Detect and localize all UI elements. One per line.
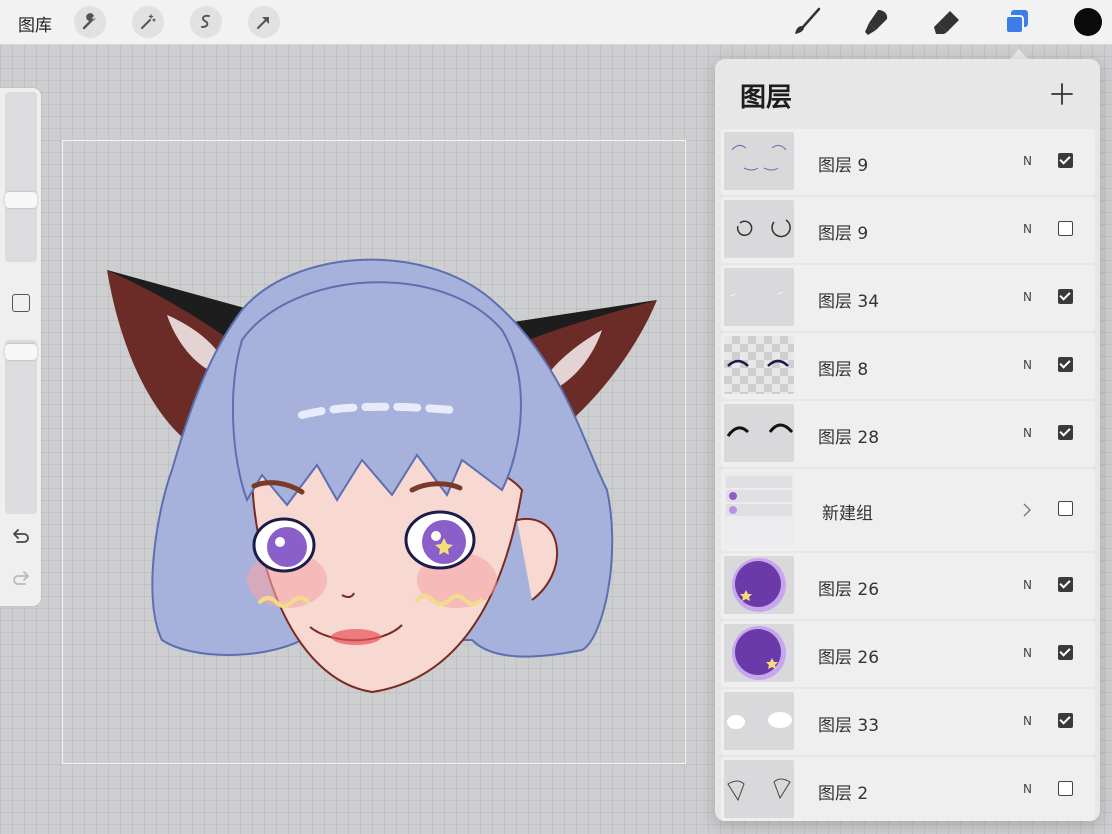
selection-button[interactable] — [190, 6, 222, 38]
layer-row[interactable]: 图层 26 N — [721, 621, 1095, 687]
eraser-tool[interactable] — [931, 6, 963, 38]
layer-thumbnail — [724, 268, 794, 326]
layer-row[interactable]: 图层 26 N — [721, 553, 1095, 619]
group-thumbnail — [724, 472, 794, 546]
brush-tool[interactable] — [791, 6, 823, 38]
layer-row[interactable]: 图层 8 N — [721, 333, 1095, 399]
brush-size-slider[interactable] — [5, 92, 37, 262]
smudge-tool[interactable] — [861, 6, 893, 38]
layers-tool[interactable] — [1001, 6, 1033, 38]
visibility-checkbox[interactable] — [1058, 357, 1073, 372]
layer-name: 图层 33 — [818, 716, 880, 736]
visibility-checkbox[interactable] — [1058, 645, 1073, 660]
layer-name: 图层 26 — [818, 648, 880, 668]
layers-icon — [1005, 10, 1028, 34]
layer-thumbnail — [724, 692, 794, 750]
layer-name: 图层 9 — [818, 224, 869, 244]
visibility-checkbox[interactable] — [1058, 713, 1073, 728]
chevron-right-icon[interactable] — [1021, 502, 1033, 518]
opacity-thumb[interactable] — [5, 344, 37, 360]
blend-mode-label[interactable]: N — [1023, 646, 1032, 660]
layer-thumbnail — [724, 200, 794, 258]
visibility-checkbox[interactable] — [1058, 577, 1073, 592]
visibility-checkbox[interactable] — [1058, 221, 1073, 236]
layer-list: 图层 9 N 图层 9 N 图层 34 N 图层 8 N 图层 28 N 新建组… — [721, 129, 1095, 821]
redo-icon[interactable] — [10, 568, 32, 590]
visibility-checkbox[interactable] — [1058, 289, 1073, 304]
layer-group-row[interactable]: 新建组 — [721, 469, 1095, 551]
layers-panel: 图层 图层 9 N 图层 9 N 图层 34 N 图层 8 N 图层 28 N … — [715, 59, 1100, 821]
smudge-icon — [865, 10, 888, 35]
blend-mode-label[interactable]: N — [1023, 578, 1032, 592]
visibility-checkbox[interactable] — [1058, 501, 1073, 516]
blend-mode-label[interactable]: N — [1023, 358, 1032, 372]
visibility-checkbox[interactable] — [1058, 153, 1073, 168]
blend-mode-label[interactable]: N — [1023, 782, 1032, 796]
layer-row[interactable]: 图层 2 N — [721, 757, 1095, 821]
blend-mode-label[interactable]: N — [1023, 290, 1032, 304]
brush-icon — [795, 7, 821, 34]
layer-name: 图层 28 — [818, 428, 880, 448]
undo-icon[interactable] — [10, 526, 32, 548]
layer-thumbnail — [724, 760, 794, 818]
adjustments-button[interactable] — [132, 6, 164, 38]
opacity-slider[interactable] — [5, 340, 37, 514]
layer-thumbnail — [724, 336, 794, 394]
visibility-checkbox[interactable] — [1058, 425, 1073, 440]
top-toolbar: 图库 — [0, 0, 1112, 45]
transform-arrow-icon — [257, 17, 269, 29]
wrench-icon — [82, 13, 96, 30]
layer-row[interactable]: 图层 34 N — [721, 265, 1095, 331]
selection-icon — [201, 14, 210, 28]
blend-mode-label[interactable]: N — [1023, 154, 1032, 168]
magic-wand-icon — [141, 14, 156, 29]
blend-mode-label[interactable]: N — [1023, 714, 1032, 728]
actions-button[interactable] — [74, 6, 106, 38]
layer-name: 图层 8 — [818, 360, 869, 380]
layers-title: 图层 — [740, 83, 793, 113]
layer-thumbnail — [724, 556, 794, 614]
layer-thumbnail — [724, 132, 794, 190]
layer-name: 图层 2 — [818, 784, 869, 804]
layer-name: 图层 34 — [818, 292, 880, 312]
layer-thumbnail — [724, 624, 794, 682]
color-picker-button[interactable] — [1074, 8, 1102, 36]
layer-row[interactable]: 图层 9 N — [721, 197, 1095, 263]
layer-thumbnail — [724, 404, 794, 462]
eraser-icon — [934, 11, 959, 34]
visibility-checkbox[interactable] — [1058, 781, 1073, 796]
transform-button[interactable] — [248, 6, 280, 38]
blend-mode-label[interactable]: N — [1023, 426, 1032, 440]
plus-icon[interactable] — [1049, 81, 1075, 107]
layer-name: 图层 26 — [818, 580, 880, 600]
blend-mode-label[interactable]: N — [1023, 222, 1032, 236]
gallery-button[interactable]: 图库 — [18, 11, 52, 36]
layer-row[interactable]: 图层 9 N — [721, 129, 1095, 195]
character-illustration — [107, 258, 657, 694]
brush-size-thumb[interactable] — [5, 192, 37, 208]
layer-row[interactable]: 图层 28 N — [721, 401, 1095, 467]
modifier-button[interactable] — [12, 294, 30, 312]
layer-name: 图层 9 — [818, 156, 869, 176]
layer-row[interactable]: 图层 33 N — [721, 689, 1095, 755]
left-sidebar — [0, 88, 41, 606]
canvas-artboard[interactable] — [62, 140, 686, 764]
group-name: 新建组 — [822, 504, 873, 524]
